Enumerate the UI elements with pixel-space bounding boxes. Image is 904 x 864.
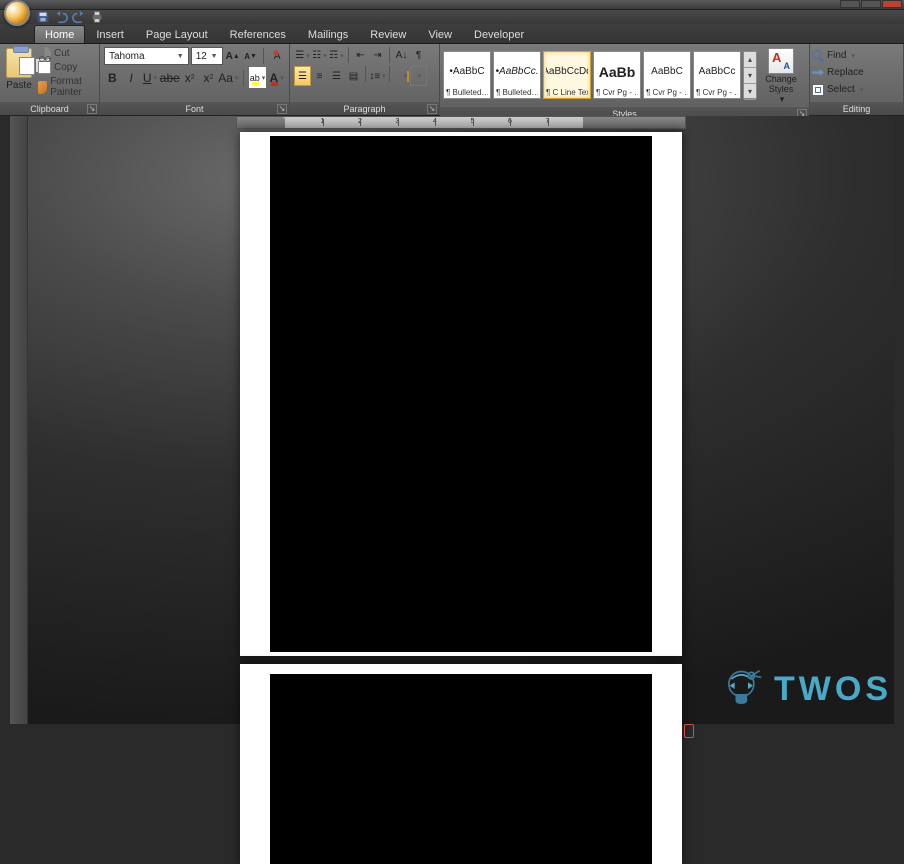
tab-home[interactable]: Home bbox=[34, 25, 85, 43]
shrink-font-button[interactable]: A▼ bbox=[243, 48, 259, 65]
tab-references[interactable]: References bbox=[219, 25, 297, 43]
tab-review[interactable]: Review bbox=[359, 25, 417, 43]
page-1-content bbox=[270, 136, 652, 652]
qat-save-icon[interactable] bbox=[36, 10, 50, 24]
group-font: Tahoma▼ 12▼ A▲ A▼ A◆ B I U▾ abe x2 x2 Aa… bbox=[100, 44, 290, 115]
line-spacing-button[interactable]: ↕≡▾ bbox=[369, 66, 386, 86]
document-area[interactable]: 1234567 bbox=[10, 116, 894, 724]
select-icon bbox=[812, 84, 824, 96]
tab-developer[interactable]: Developer bbox=[463, 25, 535, 43]
page-2-content bbox=[270, 674, 652, 864]
watermark: TWOS bbox=[712, 660, 898, 718]
change-styles-icon bbox=[768, 48, 794, 74]
group-label-paragraph: Paragraph↘ bbox=[290, 101, 439, 115]
group-paragraph: ☰▾ ☷▾ ☶▾ ⇤ ⇥ A↓ ¶ ☰ ≡ ☰ ▤ ↕≡▾ ▾ ▾ bbox=[290, 44, 440, 115]
style-c-line-text[interactable]: AaBbCcDd¶ C Line Text bbox=[543, 51, 591, 99]
group-label-font: Font↘ bbox=[100, 101, 289, 115]
ribbon-tabs: Home Insert Page Layout References Maili… bbox=[0, 24, 904, 44]
font-launcher[interactable]: ↘ bbox=[277, 104, 287, 114]
format-painter-button[interactable]: Format Painter bbox=[38, 76, 97, 98]
multilevel-button[interactable]: ☶▾ bbox=[328, 47, 345, 64]
highlight-button[interactable]: ab▾ bbox=[249, 67, 267, 88]
paragraph-launcher[interactable]: ↘ bbox=[427, 104, 437, 114]
font-name-dropdown[interactable]: Tahoma▼ bbox=[104, 47, 189, 65]
bold-button[interactable]: B bbox=[104, 67, 121, 88]
tab-insert[interactable]: Insert bbox=[85, 25, 135, 43]
quick-access-toolbar bbox=[0, 10, 904, 24]
grow-font-button[interactable]: A▲ bbox=[225, 48, 241, 65]
align-right-button[interactable]: ☰ bbox=[328, 66, 345, 86]
paste-icon bbox=[6, 48, 32, 78]
tab-view[interactable]: View bbox=[417, 25, 463, 43]
window-minimize-button[interactable] bbox=[840, 0, 860, 8]
change-case-button[interactable]: Aa▾ bbox=[219, 67, 238, 88]
qat-redo-icon[interactable] bbox=[72, 10, 86, 24]
window-close-button[interactable] bbox=[882, 0, 902, 8]
group-label-clipboard: Clipboard↘ bbox=[0, 101, 99, 115]
paste-button[interactable]: Paste bbox=[2, 46, 36, 99]
style-cvr-pg-2[interactable]: AaBbC¶ Cvr Pg - … bbox=[643, 51, 691, 99]
strikethrough-button[interactable]: abe bbox=[160, 67, 179, 88]
change-styles-button[interactable]: Change Styles▾ bbox=[761, 46, 801, 104]
styles-more[interactable]: ▾ bbox=[744, 84, 756, 100]
styles-down[interactable]: ▾ bbox=[744, 68, 756, 84]
cut-button[interactable]: Cut bbox=[38, 47, 97, 60]
find-button[interactable]: Find▾ bbox=[812, 50, 901, 62]
bullets-button[interactable]: ☰▾ bbox=[294, 47, 311, 64]
clipboard-launcher[interactable]: ↘ bbox=[87, 104, 97, 114]
underline-button[interactable]: U▾ bbox=[142, 67, 159, 88]
style-bulleted-2[interactable]: AaBbCc.¶ Bulleted… bbox=[493, 51, 541, 99]
document-page-1[interactable] bbox=[240, 132, 682, 656]
tab-page-layout[interactable]: Page Layout bbox=[135, 25, 219, 43]
cut-icon bbox=[38, 47, 51, 60]
brush-icon bbox=[38, 81, 47, 94]
styles-gallery: AaBbC¶ Bulleted… AaBbCc.¶ Bulleted… AaBb… bbox=[440, 44, 809, 106]
decrease-indent-button[interactable]: ⇤ bbox=[352, 47, 369, 64]
shading-button[interactable]: ▾ bbox=[393, 66, 410, 86]
align-left-button[interactable]: ☰ bbox=[294, 66, 311, 86]
subscript-button[interactable]: x2 bbox=[181, 67, 198, 88]
superscript-button[interactable]: x2 bbox=[200, 67, 217, 88]
italic-button[interactable]: I bbox=[123, 67, 140, 88]
window-maximize-button[interactable] bbox=[861, 0, 881, 8]
replace-button[interactable]: Replace bbox=[812, 67, 901, 79]
window-titlebar bbox=[0, 0, 904, 10]
paste-label: Paste bbox=[6, 80, 32, 91]
show-marks-button[interactable]: ¶ bbox=[410, 47, 427, 64]
increase-indent-button[interactable]: ⇥ bbox=[369, 47, 386, 64]
font-size-dropdown[interactable]: 12▼ bbox=[191, 47, 223, 65]
style-bulleted-1[interactable]: AaBbC¶ Bulleted… bbox=[443, 51, 491, 99]
qat-print-icon[interactable] bbox=[90, 10, 104, 24]
document-page-2[interactable] bbox=[240, 664, 682, 864]
ribbon: Paste Cut Copy Format Painter Clipboard↘… bbox=[0, 44, 904, 116]
watermark-text: TWOS bbox=[774, 670, 892, 709]
group-editing: Find▾ Replace Select▾ Editing bbox=[810, 44, 904, 115]
tab-mailings[interactable]: Mailings bbox=[297, 25, 359, 43]
vertical-ruler bbox=[10, 116, 28, 724]
font-color-button[interactable]: A▾ bbox=[268, 67, 285, 88]
align-center-button[interactable]: ≡ bbox=[311, 66, 328, 86]
office-button[interactable] bbox=[4, 0, 30, 26]
qat-undo-icon[interactable] bbox=[54, 10, 68, 24]
select-button[interactable]: Select▾ bbox=[812, 84, 901, 96]
group-label-editing: Editing bbox=[810, 101, 903, 115]
copy-button[interactable]: Copy bbox=[38, 61, 97, 74]
clear-formatting-button[interactable]: A◆ bbox=[269, 48, 285, 65]
borders-button[interactable]: ▾ bbox=[410, 66, 427, 86]
numbering-button[interactable]: ☷▾ bbox=[311, 47, 328, 64]
sort-button[interactable]: A↓ bbox=[393, 47, 410, 64]
comment-marker[interactable] bbox=[684, 724, 694, 738]
group-styles: AaBbC¶ Bulleted… AaBbCc.¶ Bulleted… AaBb… bbox=[440, 44, 810, 115]
style-cvr-pg-1[interactable]: AaBb¶ Cvr Pg - … bbox=[593, 51, 641, 99]
horizontal-ruler[interactable]: 1234567 bbox=[236, 116, 686, 129]
copy-icon bbox=[38, 61, 51, 74]
watermark-bulb-icon bbox=[718, 664, 768, 714]
justify-button[interactable]: ▤ bbox=[345, 66, 362, 86]
styles-up[interactable]: ▴ bbox=[744, 52, 756, 68]
styles-scroll[interactable]: ▴▾▾ bbox=[743, 51, 757, 99]
group-clipboard: Paste Cut Copy Format Painter Clipboard↘ bbox=[0, 44, 100, 115]
style-cvr-pg-3[interactable]: AaBbCc¶ Cvr Pg - … bbox=[693, 51, 741, 99]
find-icon bbox=[812, 50, 824, 62]
replace-icon bbox=[812, 67, 824, 79]
